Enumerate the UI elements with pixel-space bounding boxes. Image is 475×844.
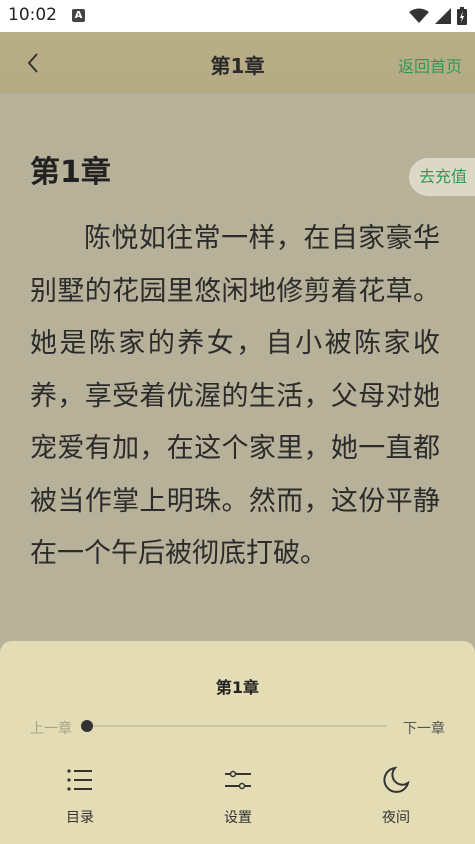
notification-icon: A	[72, 9, 85, 22]
chapter-progress-thumb[interactable]	[81, 720, 93, 732]
reader-control-panel: 第1章 上一章 下一章 目录 设置 夜间	[0, 641, 475, 844]
status-icons	[409, 7, 467, 25]
list-icon	[67, 769, 92, 791]
recharge-button[interactable]: 去充值	[409, 158, 475, 196]
chapter-heading: 第1章	[30, 155, 111, 190]
battery-icon	[457, 7, 467, 25]
chapter-progress-track[interactable]	[87, 725, 387, 727]
next-chapter-button[interactable]: 下一章	[403, 718, 445, 738]
back-arrow-icon[interactable]	[20, 48, 50, 78]
night-mode-label: 夜间	[382, 810, 410, 826]
settings-button[interactable]: 设置	[198, 765, 278, 835]
reader-screen: 10:02 A 第1章 返回首页 第1章 陈悦如往常一样，在自家豪华别墅的花园里…	[0, 0, 475, 844]
status-bar: 10:02 A	[0, 0, 475, 32]
current-chapter-title: 第1章	[215, 678, 260, 697]
night-mode-button[interactable]: 夜间	[356, 765, 436, 835]
reader-header: 第1章 返回首页	[0, 32, 475, 93]
chapter-body: 陈悦如往常一样，在自家豪华别墅的花园里悠闲地修剪着花草。她是陈家的养女，自小被陈…	[30, 213, 440, 581]
paragraph: 陈悦如往常一样，在自家豪华别墅的花园里悠闲地修剪着花草。她是陈家的养女，自小被陈…	[30, 223, 440, 569]
sliders-icon	[225, 770, 251, 790]
signal-icon	[435, 8, 451, 24]
wifi-icon	[409, 8, 429, 23]
reader-content[interactable]: 第1章 陈悦如往常一样，在自家豪华别墅的花园里悠闲地修剪着花草。她是陈家的养女，…	[0, 93, 475, 641]
return-home-link[interactable]: 返回首页	[398, 53, 462, 77]
toc-label: 目录	[66, 810, 94, 826]
toc-button[interactable]: 目录	[40, 765, 120, 835]
status-time: 10:02	[8, 5, 57, 25]
settings-label: 设置	[224, 810, 252, 826]
moon-icon	[383, 766, 410, 793]
prev-chapter-button[interactable]: 上一章	[30, 718, 72, 738]
